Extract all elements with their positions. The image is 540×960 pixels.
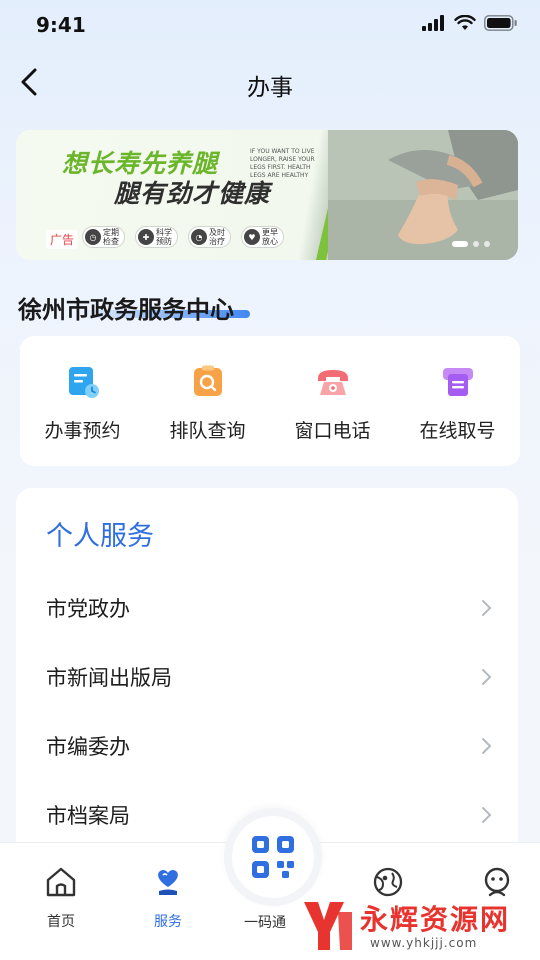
service-item-label: 市党政办 — [46, 597, 130, 621]
ad-banner[interactable]: 想长寿先养腿 腿有劲才健康 IF YOU WANT TO LIVE LONGER… — [16, 130, 518, 260]
shield-icon: ✚ — [138, 229, 154, 245]
quick-action-label: 办事预约 — [44, 420, 121, 442]
service-item[interactable]: 市党政办 — [46, 585, 492, 631]
clock-icon: ◔ — [191, 229, 207, 245]
quick-action-label: 窗口电话 — [294, 420, 371, 442]
quick-action-queue[interactable]: 排队查询 — [145, 336, 270, 466]
watermark-text: 永辉资源网 — [360, 903, 511, 936]
wifi-icon — [454, 15, 476, 30]
appointment-icon — [68, 367, 99, 398]
ad-tag: 广告 — [46, 230, 79, 249]
banner-badges: ◷ 定期 检查 ✚ 科学 预防 ◔ 及时 治疗 ♥ 更早 放心 — [82, 226, 284, 248]
tab-label: 服务 — [154, 914, 182, 930]
center-title: 徐州市政务服务中心 — [18, 296, 234, 324]
banner-subheadline: 腿有劲才健康 — [114, 179, 271, 208]
service-heart-icon — [158, 869, 178, 895]
tab-label: 首页 — [47, 914, 75, 930]
banner-badge: ♥ 更早 放心 — [241, 226, 284, 248]
watermark-url: www.yhkjjj.com — [370, 936, 478, 950]
quick-action-label: 在线取号 — [419, 420, 496, 442]
qr-code-button[interactable] — [224, 808, 322, 906]
page-title: 办事 — [247, 75, 293, 101]
quick-actions-card: 办事预约 排队查询 窗口电话 在线取号 — [20, 336, 520, 466]
battery-icon — [484, 15, 517, 31]
service-item-label: 市新闻出版局 — [46, 666, 172, 690]
chevron-right-icon — [482, 738, 492, 754]
tab-services[interactable]: 服务 — [128, 843, 208, 931]
quick-action-ticket[interactable]: 在线取号 — [395, 336, 520, 466]
services-title: 个人服务 — [46, 521, 154, 552]
ticket-icon — [442, 368, 473, 396]
tab-home[interactable]: 首页 — [21, 843, 101, 931]
quick-action-appointment[interactable]: 办事预约 — [20, 336, 145, 466]
phone-icon — [317, 370, 348, 395]
tab-label: 一码通 — [244, 915, 286, 931]
chevron-right-icon — [482, 669, 492, 685]
service-item-label: 市编委办 — [46, 735, 130, 759]
watermark: 永辉资源网 www.yhkjjj.com — [300, 896, 530, 956]
signal-icon — [422, 15, 444, 31]
carousel-dots — [452, 241, 490, 247]
watermark-logo — [304, 902, 352, 950]
calendar-icon: ◷ — [85, 229, 101, 245]
carousel-dot — [484, 241, 490, 247]
status-bar: 9:41 — [0, 0, 540, 52]
chevron-right-icon — [482, 600, 492, 616]
queue-search-icon — [193, 365, 222, 396]
qr-code-button-inner — [232, 816, 314, 898]
map-icon — [373, 867, 403, 897]
quick-action-phone[interactable]: 窗口电话 — [270, 336, 395, 466]
profile-icon — [484, 867, 510, 897]
banner-english-text: IF YOU WANT TO LIVE LONGER, RAISE YOUR L… — [250, 148, 315, 179]
heart-icon: ♥ — [244, 229, 260, 245]
home-icon — [46, 867, 76, 897]
banner-badge: ✚ 科学 预防 — [135, 226, 178, 248]
nav-bar: 办事 — [0, 52, 540, 112]
quick-action-label: 排队查询 — [169, 420, 246, 442]
banner-badge: ◔ 及时 治疗 — [188, 226, 231, 248]
service-item[interactable]: 市编委办 — [46, 723, 492, 769]
service-item[interactable]: 市新闻出版局 — [46, 654, 492, 700]
service-item-label: 市档案局 — [46, 804, 130, 828]
qr-code-icon — [252, 836, 294, 878]
carousel-dot-active — [452, 241, 468, 247]
banner-badge: ◷ 定期 检查 — [82, 226, 125, 248]
status-time: 9:41 — [36, 13, 86, 37]
status-icons — [422, 15, 518, 31]
carousel-dot — [473, 241, 479, 247]
chevron-right-icon — [482, 807, 492, 823]
